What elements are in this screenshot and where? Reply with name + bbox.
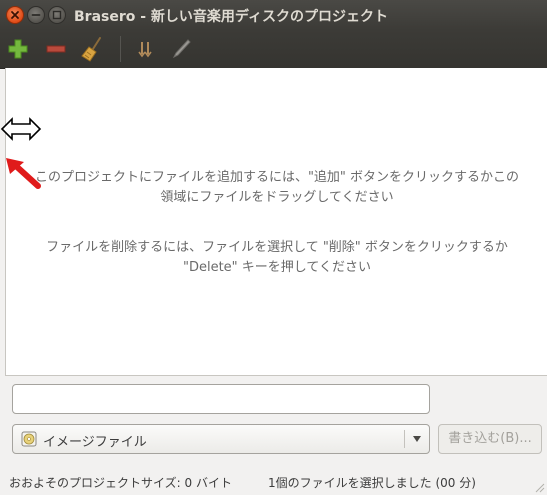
remove-hint-line-1: ファイルを削除するには、ファイルを選択して "削除" ボタンをクリックするか	[46, 240, 508, 255]
title-bar: Brasero - 新しい音楽用ディスクのプロジェクト	[0, 0, 547, 30]
project-size-status: おおよそのプロジェクトサイズ: 0 バイト	[9, 476, 232, 490]
add-hint-line-1: このプロジェクトにファイルを追加するには、"追加" ボタンをクリックするかこの	[34, 170, 520, 185]
brasero-window: Brasero - 新しい音楽用ディスクのプロジェクト このプロジェクトにファイ…	[0, 0, 547, 495]
minimize-window-button[interactable]	[27, 6, 45, 24]
project-name-field[interactable]	[12, 384, 430, 414]
window-title: Brasero - 新しい音楽用ディスクのプロジェクト	[74, 9, 388, 25]
project-file-list[interactable]: このプロジェクトにファイルを追加するには、"追加" ボタンをクリックするかこの …	[5, 68, 547, 376]
add-hint-line-2: 領域にファイルをドラッグしてください	[160, 190, 394, 205]
add-files-button[interactable]	[3, 34, 33, 64]
close-icon	[11, 11, 19, 19]
remove-hint-line-2: "Delete" キーを押してください	[182, 260, 372, 275]
red-arrow-icon	[6, 158, 41, 189]
toolbar-separator	[120, 36, 121, 62]
selector-divider	[404, 430, 405, 448]
chevron-down-icon	[413, 436, 421, 442]
edit-info-button[interactable]	[166, 34, 196, 64]
selection-status: 1個のファイルを選択しました (00 分)	[268, 476, 476, 490]
disc-selector[interactable]: イメージファイル	[12, 424, 430, 454]
close-window-button[interactable]	[6, 6, 24, 24]
split-icon	[138, 42, 152, 58]
split-track-button[interactable]	[130, 34, 160, 64]
disc-selector-label: イメージファイル	[43, 435, 147, 450]
resize-grip-icon[interactable]	[533, 481, 545, 493]
remove-files-button[interactable]	[41, 34, 71, 64]
maximize-icon	[52, 10, 62, 20]
toolbar	[0, 30, 547, 69]
add-files-hint: このプロジェクトにファイルを追加するには、"追加" ボタンをクリックするかこの …	[6, 168, 547, 208]
pen-icon	[172, 39, 191, 59]
remove-icon	[46, 45, 66, 53]
disc-image-icon	[21, 431, 37, 447]
clear-project-button[interactable]	[78, 34, 108, 64]
add-icon	[8, 39, 28, 59]
maximize-window-button[interactable]	[48, 6, 66, 24]
minimize-icon	[31, 14, 41, 16]
burn-button[interactable]: 書き込む(B)...	[438, 424, 542, 454]
remove-files-hint: ファイルを削除するには、ファイルを選択して "削除" ボタンをクリックするか "…	[6, 238, 547, 278]
broom-icon	[81, 37, 101, 62]
resize-horizontal-icon	[0, 117, 42, 141]
